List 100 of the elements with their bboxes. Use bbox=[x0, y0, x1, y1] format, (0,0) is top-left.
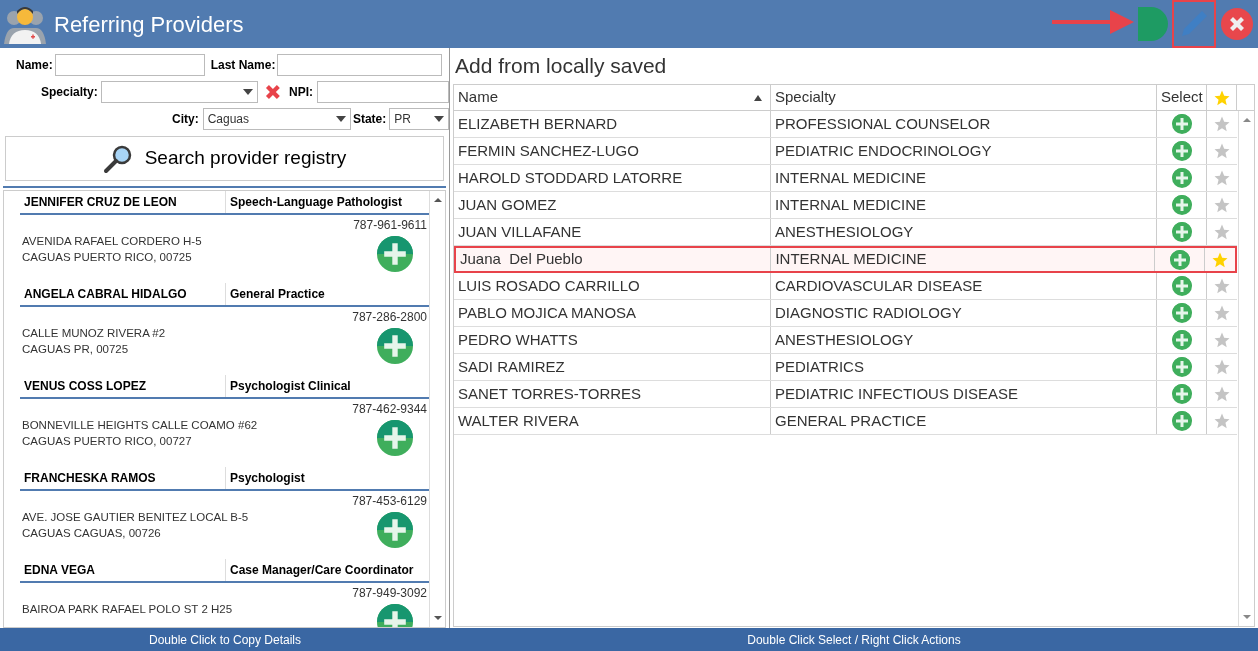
table-cell: GENERAL PRACTICE bbox=[771, 408, 1157, 434]
column-header[interactable]: Specialty bbox=[771, 85, 1157, 110]
table-cell: PEDIATRIC ENDOCRINOLOGY bbox=[771, 138, 1157, 164]
caret-icon bbox=[243, 89, 254, 95]
table-cell: ELIZABETH BERNARD bbox=[454, 111, 771, 137]
sort-icon bbox=[754, 94, 762, 101]
status-text: Double Click Select / Right Click Actions bbox=[746, 631, 962, 649]
provider-name: ANGELA CABRAL HIDALGO bbox=[23, 286, 188, 303]
add-icon[interactable] bbox=[1171, 222, 1192, 242]
add-icon[interactable] bbox=[1169, 249, 1190, 270]
search-button[interactable]: Search provider registry bbox=[5, 136, 444, 181]
provider-name: JENNIFER CRUZ DE LEON bbox=[23, 194, 178, 211]
specialty-dropdown[interactable] bbox=[100, 81, 259, 103]
table-cell: WALTER RIVERA bbox=[454, 408, 771, 434]
add-icon[interactable] bbox=[1171, 357, 1192, 377]
city-label: City: bbox=[172, 111, 199, 128]
provider-name: FRANCHESKA RAMOS bbox=[23, 470, 157, 487]
add-icon[interactable] bbox=[1171, 141, 1192, 161]
add-icon[interactable] bbox=[377, 420, 413, 456]
star-icon[interactable] bbox=[1213, 115, 1231, 133]
scrollbar[interactable] bbox=[429, 191, 445, 627]
table-cell: CARDIOVASCULAR DISEASE bbox=[771, 273, 1157, 299]
star-icon[interactable] bbox=[1213, 304, 1231, 322]
scroll-down-icon bbox=[1241, 612, 1252, 622]
provider-specialty: General Practice bbox=[225, 283, 325, 305]
name-label: Name: bbox=[16, 57, 53, 74]
table-cell: PEDIATRIC INFECTIOUS DISEASE bbox=[771, 381, 1157, 407]
npi-field[interactable] bbox=[317, 81, 449, 103]
npi-label: NPI: bbox=[289, 84, 313, 101]
state-dropdown[interactable]: PR bbox=[389, 108, 449, 130]
doctor-icon bbox=[4, 4, 46, 44]
round-button-icon[interactable] bbox=[1138, 7, 1168, 41]
table-cell: INTERNAL MEDICINE bbox=[771, 192, 1157, 218]
table-cell: SADI RAMIREZ bbox=[454, 354, 771, 380]
address-line: BONNEVILLE HEIGHTS CALLE COAMO #62 bbox=[22, 418, 258, 433]
caret-icon bbox=[335, 116, 346, 122]
table-cell: JUAN GOMEZ bbox=[454, 192, 771, 218]
address-line: CAGUAS CAGUAS, 00726 bbox=[22, 526, 162, 541]
scrollbar[interactable] bbox=[1238, 111, 1254, 626]
table-row[interactable]: PABLO MOJICA MANOSA DIAGNOSTIC RADIOLOGY bbox=[454, 300, 1237, 327]
table-row[interactable]: HAROLD STODDARD LATORRE INTERNAL MEDICINE bbox=[454, 165, 1237, 192]
table-cell: LUIS ROSADO CARRILLO bbox=[454, 273, 771, 299]
close-icon[interactable] bbox=[1220, 7, 1254, 41]
table-row[interactable]: JUAN GOMEZ INTERNAL MEDICINE bbox=[454, 192, 1237, 219]
table-cell: HAROLD STODDARD LATORRE bbox=[454, 165, 771, 191]
table-row[interactable]: SANET TORRES-TORRES PEDIATRIC INFECTIOUS DISEASE bbox=[454, 381, 1237, 408]
table-cell: ANESTHESIOLOGY bbox=[771, 327, 1157, 353]
provider-specialty: Psychologist bbox=[225, 467, 305, 489]
add-icon[interactable] bbox=[1171, 330, 1192, 350]
star-icon[interactable] bbox=[1213, 412, 1231, 430]
last-name-field[interactable] bbox=[277, 54, 443, 76]
city-dropdown[interactable]: Caguas bbox=[202, 108, 351, 130]
table-row[interactable]: FERMIN SANCHEZ-LUGO PEDIATRIC ENDOCRINOLOGY bbox=[454, 138, 1237, 165]
provider-name: EDNA VEGA bbox=[23, 562, 96, 579]
add-icon[interactable] bbox=[1171, 195, 1192, 215]
table-row[interactable]: SADI RAMIREZ PEDIATRICS bbox=[454, 354, 1237, 381]
caret-icon bbox=[434, 116, 444, 122]
add-icon[interactable] bbox=[1171, 303, 1192, 323]
table-row[interactable]: WALTER RIVERA GENERAL PRACTICE bbox=[454, 408, 1237, 435]
add-icon[interactable] bbox=[377, 236, 413, 272]
table-cell: FERMIN SANCHEZ-LUGO bbox=[454, 138, 771, 164]
name-field[interactable] bbox=[54, 54, 205, 76]
star-icon[interactable] bbox=[1213, 331, 1231, 349]
star-icon[interactable] bbox=[1213, 385, 1231, 403]
star-icon[interactable] bbox=[1213, 358, 1231, 376]
column-header[interactable]: Select bbox=[1157, 85, 1207, 110]
address-line: CAGUAS PUERTO RICO, 00725 bbox=[22, 250, 193, 265]
scroll-down-icon bbox=[432, 613, 443, 623]
table-cell: PEDIATRICS bbox=[771, 354, 1157, 380]
add-icon[interactable] bbox=[1171, 114, 1192, 134]
add-icon[interactable] bbox=[1171, 411, 1192, 431]
star-icon[interactable] bbox=[1213, 142, 1231, 160]
address-line: CAGUAS PR, 00725 bbox=[22, 342, 130, 357]
table-cell: ANESTHESIOLOGY bbox=[771, 219, 1157, 245]
star-icon[interactable] bbox=[1213, 196, 1231, 214]
table-cell: JUAN VILLAFANE bbox=[454, 219, 771, 245]
column-header[interactable]: Name bbox=[454, 85, 771, 110]
add-icon[interactable] bbox=[377, 512, 413, 548]
address-line: BAIROA PARK RAFAEL POLO ST 2 H25 bbox=[22, 602, 233, 617]
provider-specialty: Speech-Language Pathologist bbox=[225, 191, 403, 213]
table-row[interactable]: ELIZABETH BERNARD PROFESSIONAL COUNSELOR bbox=[454, 111, 1237, 138]
table-row[interactable]: LUIS ROSADO CARRILLO CARDIOVASCULAR DISEASE bbox=[454, 273, 1237, 300]
table-row[interactable]: Juana Del Pueblo INTERNAL MEDICINE bbox=[454, 246, 1237, 273]
phone-number: 787-453-6129 bbox=[352, 493, 427, 510]
add-icon[interactable] bbox=[1171, 276, 1192, 296]
add-icon[interactable] bbox=[1171, 168, 1192, 188]
table-cell: Juana Del Pueblo bbox=[456, 248, 772, 271]
table-cell: INTERNAL MEDICINE bbox=[771, 248, 1156, 271]
provider-specialty: Psychologist Clinical bbox=[225, 375, 351, 397]
star-icon[interactable] bbox=[1213, 223, 1231, 241]
phone-number: 787-286-2800 bbox=[352, 309, 427, 326]
state-label: State: bbox=[352, 111, 387, 128]
add-icon[interactable] bbox=[1171, 384, 1192, 404]
star-icon[interactable] bbox=[1213, 277, 1231, 295]
phone-number: 787-462-9344 bbox=[352, 401, 427, 418]
table-row[interactable]: PEDRO WHATTS ANESTHESIOLOGY bbox=[454, 327, 1237, 354]
search-icon bbox=[102, 143, 133, 174]
add-icon[interactable] bbox=[377, 328, 413, 364]
scroll-up-icon bbox=[1241, 115, 1252, 125]
star-icon[interactable] bbox=[1213, 169, 1231, 187]
